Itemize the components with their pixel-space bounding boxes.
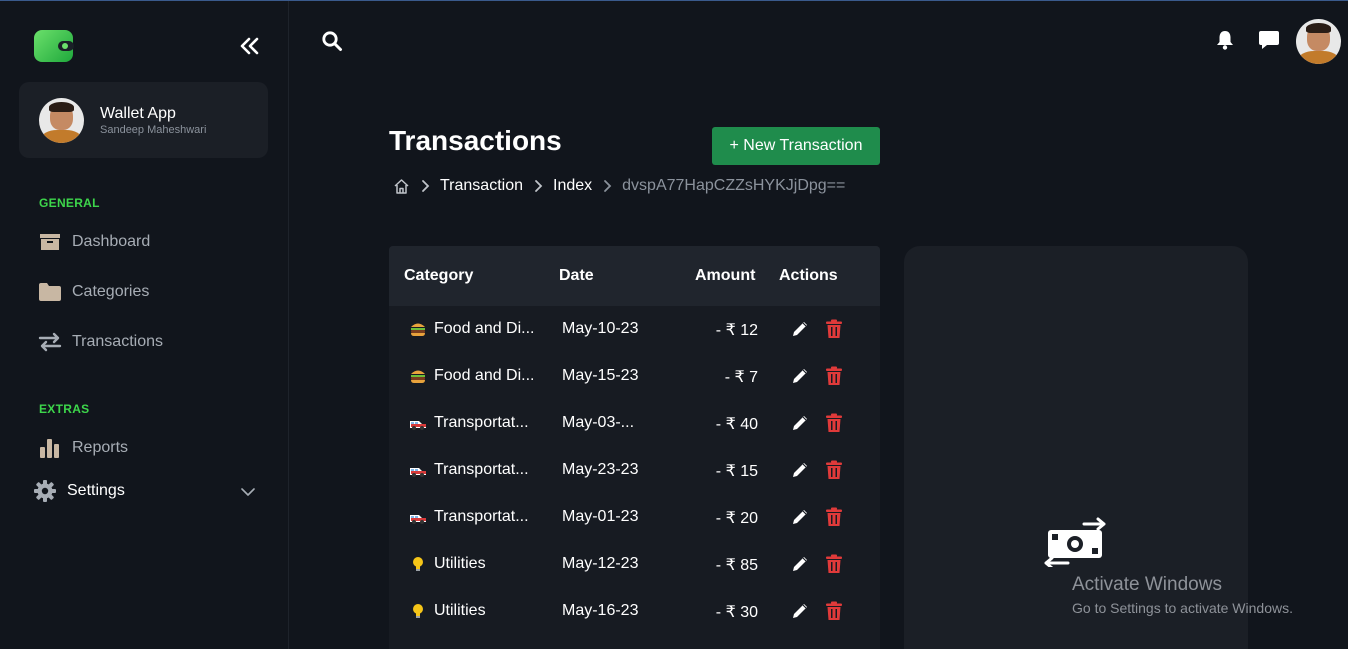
sidebar: Wallet App Sandeep Maheshwari GENERAL Da… [0,1,289,649]
avatar [39,98,84,143]
category-cell: Transportat... [434,414,529,431]
breadcrumb: Transaction Index dvspA77HapCZZsHYKJjDpg… [393,175,845,197]
bar-chart-icon [38,437,62,459]
category-cell: Utilities [434,555,486,572]
arrows-swap-icon [38,331,62,353]
column-header-category[interactable]: Category [404,267,473,285]
column-header-actions: Actions [779,267,838,284]
chevron-down-icon[interactable] [240,484,256,500]
table-row[interactable]: Transportat... May-03-... - ₹ 40 [389,400,880,447]
category-cell: Food and Di... [434,367,535,384]
breadcrumb-id: dvspA77HapCZZsHYKJjDpg== [622,177,846,194]
delete-trash-icon[interactable] [825,413,843,433]
section-label-general: GENERAL [39,196,100,210]
edit-pencil-icon[interactable] [790,460,810,480]
profile-subtitle: Sandeep Maheshwari [100,124,207,136]
category-cell: Transportat... [434,508,529,525]
date-cell: May-12-23 [562,555,639,572]
activate-windows-subtitle: Go to Settings to activate Windows. [1072,600,1293,616]
user-avatar[interactable] [1296,19,1341,64]
table-row[interactable]: Food and Di... May-15-23 - ₹ 7 [389,353,880,400]
chevron-right-icon [422,180,430,192]
profile-card[interactable]: Wallet App Sandeep Maheshwari [19,82,268,158]
lightbulb-icon [409,603,427,619]
money-transfer-icon [1044,517,1106,567]
amount-cell: - ₹ 12 [715,322,758,339]
bell-icon[interactable] [1214,29,1236,51]
edit-pencil-icon[interactable] [790,366,810,386]
table-row[interactable]: Utilities May-16-23 - ₹ 30 [389,588,880,635]
edit-pencil-icon[interactable] [790,601,810,621]
burger-icon [409,368,427,384]
burger-icon [409,321,427,337]
edit-pencil-icon[interactable] [790,413,810,433]
chevron-right-icon [535,180,543,192]
table-header: Category Date Amount Actions [389,246,880,306]
table-row[interactable]: Transportat... May-01-23 - ₹ 20 [389,494,880,541]
column-header-date[interactable]: Date [559,267,594,285]
sidebar-item-label: Transactions [72,333,163,350]
sidebar-item-transactions[interactable]: Transactions [38,328,163,356]
sidebar-item-settings[interactable]: Settings [33,477,125,505]
date-cell: May-15-23 [562,367,639,384]
delete-trash-icon[interactable] [825,460,843,480]
transactions-table: Category Date Amount Actions Food and Di… [389,246,880,649]
amount-cell: - ₹ 7 [724,369,758,386]
table-row[interactable]: Food and Di... May-10-23 - ₹ 12 [389,306,880,353]
sidebar-item-reports[interactable]: Reports [38,434,128,462]
amount-cell: - ₹ 20 [715,510,758,527]
search-icon[interactable] [321,30,343,52]
date-cell: May-01-23 [562,508,639,525]
sidebar-item-label: Dashboard [72,233,151,250]
date-cell: May-10-23 [562,320,639,337]
breadcrumb-index[interactable]: Index [553,177,592,195]
delete-trash-icon[interactable] [825,366,843,386]
sidebar-item-label: Settings [67,482,125,499]
column-header-amount[interactable]: Amount [695,267,755,285]
car-icon [409,462,427,478]
sidebar-item-label: Reports [72,439,129,456]
category-cell: Transportat... [434,461,529,478]
amount-cell: - ₹ 40 [715,416,758,433]
delete-trash-icon[interactable] [825,507,843,527]
page-title: Transactions [389,125,562,156]
folder-icon [38,281,62,303]
car-icon [409,509,427,525]
delete-trash-icon[interactable] [825,601,843,621]
message-icon[interactable] [1258,29,1280,51]
table-row[interactable]: Utilities May-12-23 - ₹ 85 [389,541,880,588]
edit-pencil-icon[interactable] [790,507,810,527]
section-label-extras: EXTRAS [39,402,90,416]
edit-pencil-icon[interactable] [790,554,810,574]
table-row[interactable]: Transportat... May-23-23 - ₹ 15 [389,447,880,494]
amount-cell: - ₹ 85 [715,557,758,574]
wallet-logo-icon[interactable] [34,30,74,62]
new-transaction-button[interactable]: + New Transaction [712,127,880,165]
profile-name: Wallet App [100,105,176,122]
amount-cell: - ₹ 15 [715,463,758,480]
chevron-right-icon [604,180,612,192]
date-cell: May-23-23 [562,461,639,478]
date-cell: May-16-23 [562,602,639,619]
box-icon [38,231,62,253]
delete-trash-icon[interactable] [825,554,843,574]
category-cell: Food and Di... [434,320,535,337]
sidebar-item-dashboard[interactable]: Dashboard [38,228,150,256]
delete-trash-icon[interactable] [825,319,843,339]
home-icon[interactable] [393,178,410,195]
category-cell: Utilities [434,602,486,619]
lightbulb-icon [409,556,427,572]
breadcrumb-transaction[interactable]: Transaction [440,177,523,195]
amount-cell: - ₹ 30 [715,604,758,621]
collapse-sidebar-icon[interactable] [238,34,262,58]
date-cell: May-03-... [562,414,635,431]
edit-pencil-icon[interactable] [790,319,810,339]
activate-windows-title: Activate Windows [1072,574,1222,595]
sidebar-item-label: Categories [72,283,150,300]
sidebar-item-categories[interactable]: Categories [38,278,149,306]
car-icon [409,415,427,431]
gear-icon [33,480,57,502]
